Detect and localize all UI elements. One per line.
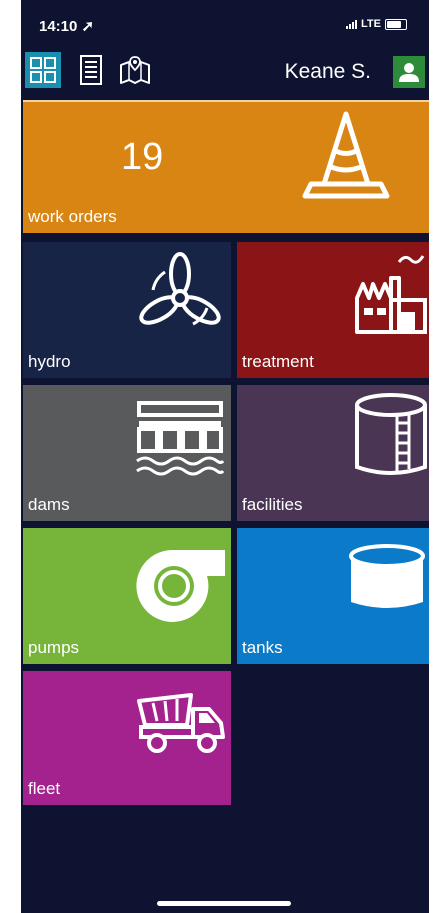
factory-icon bbox=[355, 255, 427, 334]
status-time: 14:10 ➚ bbox=[39, 18, 95, 35]
grid-view-button[interactable] bbox=[25, 52, 61, 88]
battery-icon bbox=[385, 18, 407, 30]
map-view-button[interactable] bbox=[117, 52, 153, 88]
traffic-cone-icon bbox=[302, 111, 390, 199]
tile-label: treatment bbox=[242, 352, 314, 371]
tile-label: tanks bbox=[242, 638, 283, 657]
tile-fleet[interactable]: fleet bbox=[23, 671, 231, 805]
user-icon bbox=[399, 63, 419, 82]
tile-treatment[interactable]: treatment bbox=[237, 242, 429, 378]
status-bar: 14:10 ➚ LTE bbox=[21, 0, 429, 44]
list-icon bbox=[80, 55, 102, 85]
status-indicators: LTE bbox=[346, 18, 407, 30]
tile-label: fleet bbox=[28, 779, 61, 798]
user-name[interactable]: Keane S. bbox=[285, 60, 371, 84]
tile-facilities[interactable]: facilities bbox=[237, 385, 429, 521]
tile-hydro[interactable]: hydro bbox=[23, 242, 231, 378]
signal-icon bbox=[346, 19, 358, 29]
network-type: LTE bbox=[361, 18, 381, 30]
dump-truck-icon bbox=[137, 693, 225, 753]
tile-tanks[interactable]: tanks bbox=[237, 528, 429, 664]
pump-icon bbox=[136, 549, 225, 622]
app-screen: 14:10 ➚ LTE Keane S. 19 work orders hydr… bbox=[21, 0, 429, 913]
work-orders-count: 19 bbox=[121, 136, 164, 178]
work-orders-tile[interactable]: 19 work orders bbox=[23, 100, 429, 233]
list-view-button[interactable] bbox=[73, 52, 109, 88]
user-avatar-button[interactable] bbox=[393, 56, 425, 88]
tile-label: facilities bbox=[242, 495, 303, 514]
work-orders-label: work orders bbox=[28, 207, 117, 226]
tank-icon bbox=[349, 544, 425, 608]
tile-label: dams bbox=[28, 495, 70, 514]
propeller-icon bbox=[139, 252, 221, 326]
tile-label: hydro bbox=[28, 352, 71, 371]
dam-icon bbox=[136, 401, 225, 476]
storage-tank-icon bbox=[355, 393, 427, 475]
map-icon bbox=[120, 56, 150, 84]
tile-pumps[interactable]: pumps bbox=[23, 528, 231, 664]
tile-label: pumps bbox=[28, 638, 80, 657]
grid-icon bbox=[30, 57, 56, 83]
top-toolbar: Keane S. bbox=[21, 52, 429, 92]
tile-dams[interactable]: dams bbox=[23, 385, 231, 521]
home-indicator[interactable] bbox=[157, 901, 291, 906]
